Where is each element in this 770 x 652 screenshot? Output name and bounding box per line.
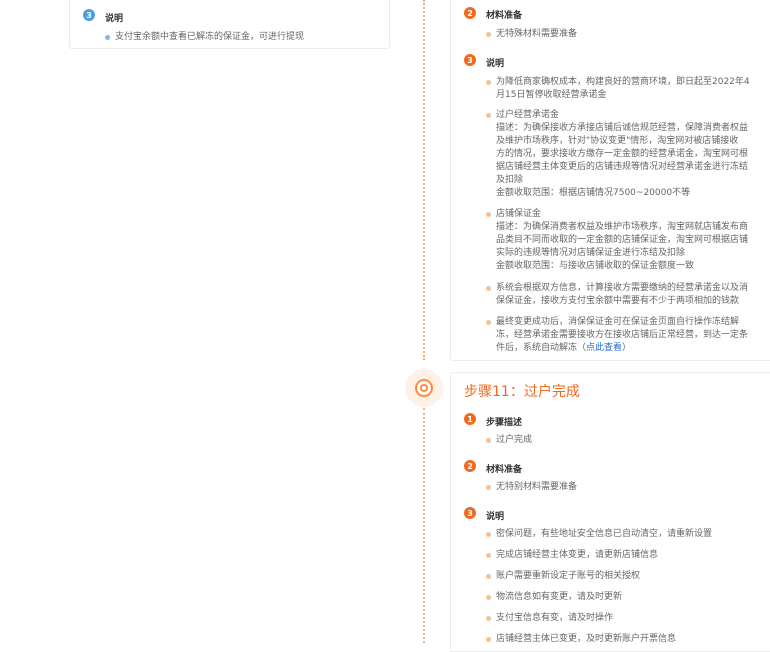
section-title: 步骤描述 <box>486 418 523 428</box>
bullet-icon <box>486 212 491 217</box>
list-item: 为降低商家确权成本，构建良好的营商环境，即日起至2022年4 月15日暂停收取经… <box>486 76 750 102</box>
bullet-icon <box>486 80 491 85</box>
item-text: 支付宝余额中查看已解冻的保证金，可进行提现 <box>115 32 305 42</box>
section-number-badge: 3 <box>464 507 476 519</box>
section-number-badge: 1 <box>464 413 476 425</box>
list-item: 支付宝信息有变，请及时操作 <box>486 612 613 625</box>
bullet-icon <box>486 320 491 325</box>
view-here-link[interactable]: 点此查看 <box>586 343 622 353</box>
bullet-icon <box>486 616 491 621</box>
section-number-badge: 3 <box>464 54 476 66</box>
section-title: 材料准备 <box>486 11 523 21</box>
list-item: 系统会根据双方信息，计算接收方需要缴纳的经营承诺金以及消 保保证金，接收方支付宝… <box>486 282 748 308</box>
list-item: 完成店铺经营主体变更，请更新店铺信息 <box>486 549 658 562</box>
timeline-connector <box>423 408 425 643</box>
list-item: 账户需要重新设定子账号的相关授权 <box>486 570 640 583</box>
bullet-icon <box>486 574 491 579</box>
bullet-icon <box>486 32 491 37</box>
left-step-card: 3 说明 支付宝余额中查看已解冻的保证金，可进行提现 <box>69 0 390 49</box>
step-node-icon <box>405 369 443 407</box>
step10-card: 2 材料准备 无特殊材料需要准备 3 说明 为降低商家确权成本，构建良好的营商环… <box>450 0 770 361</box>
list-item: 无特殊材料需要准备 <box>486 28 577 41</box>
section-title: 材料准备 <box>486 465 523 475</box>
section-number-badge: 3 <box>83 9 95 21</box>
list-item: 过户经营承诺金 描述：为确保接收方承接店铺后诚信规范经营，保障消费者权益 及维护… <box>486 109 748 200</box>
bullet-icon <box>486 485 491 490</box>
bullet-icon <box>486 113 491 118</box>
bullet-icon <box>486 286 491 291</box>
section-title: 说明 <box>105 14 124 24</box>
list-item: 店铺保证金 描述：为确保消费者权益及维护市场秩序，淘宝网就店铺发布商 品类目不同… <box>486 208 748 273</box>
list-item: 支付宝余额中查看已解冻的保证金，可进行提现 <box>105 31 305 44</box>
list-item: 密保问题，有些地址安全信息已自动清空，请重新设置 <box>486 528 712 541</box>
list-item: 最终变更成功后，消保保证金可在保证金页面自行操作冻结解 冻，经营承诺金需要接收方… <box>486 316 748 355</box>
list-item: 物流信息如有变更，请及时更新 <box>486 591 622 604</box>
bullet-icon <box>486 438 491 443</box>
list-item: 过户完成 <box>486 434 532 447</box>
section-title: 说明 <box>486 512 505 522</box>
step-title: 步骤11：过户完成 <box>464 384 580 400</box>
step11-card: 1 步骤描述 过户完成 2 材料准备 无特别材料需要准备 3 说明 密保问题，有… <box>450 372 770 652</box>
bullet-icon <box>105 35 110 40</box>
list-item: 店铺经营主体已变更，及时更新账户开票信息 <box>486 633 676 646</box>
section-title: 说明 <box>486 59 505 69</box>
section-number-badge: 2 <box>464 7 476 19</box>
bullet-icon <box>486 637 491 642</box>
bullet-icon <box>486 595 491 600</box>
bullet-icon <box>486 553 491 558</box>
list-item: 无特别材料需要准备 <box>486 481 577 494</box>
timeline-connector <box>423 0 425 360</box>
section-number-badge: 2 <box>464 460 476 472</box>
bullet-icon <box>486 532 491 537</box>
